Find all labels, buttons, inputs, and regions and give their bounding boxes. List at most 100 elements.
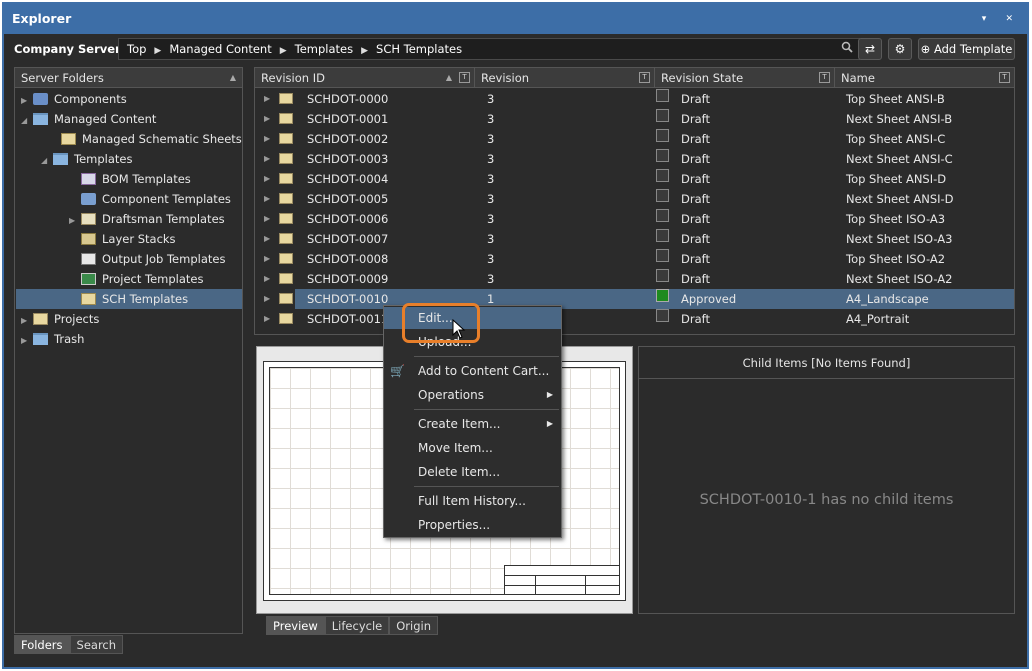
menu-item-full-item-history[interactable]: Full Item History... [384,490,561,512]
table-row[interactable]: ▶ SCHDOT-0003 3 Draft Next Sheet ANSI-C [255,149,1014,169]
filter-icon[interactable]: T [819,72,830,83]
name-cell: Next Sheet ISO-A2 [846,272,953,286]
menu-item-delete-item[interactable]: Delete Item... [384,461,561,483]
search-icon[interactable] [841,39,853,59]
menu-item-create-item[interactable]: Create Item... ▶ [384,413,561,435]
collapse-arrow-icon[interactable]: ◢ [21,111,33,131]
tree-item-project-templates[interactable]: Project Templates [81,269,203,289]
server-dropdown[interactable]: Company Server ▼ [8,38,134,60]
panel-header: Server Folders ▲ [15,68,242,88]
tree-item-sch-templates[interactable]: SCH Templates [16,289,242,309]
table-row[interactable]: ▶ SCHDOT-0001 3 Draft Next Sheet ANSI-B [255,109,1014,129]
breadcrumb[interactable]: Top ▶ Managed Content ▶ Templates ▶ SCH Templa… [118,38,860,60]
column-header-revision-state[interactable]: Revision State T [655,68,835,88]
tree-item-projects[interactable]: ▶ Projects [21,309,99,329]
menu-item-move-item[interactable]: Move Item... [384,437,561,459]
revision-id-cell: SCHDOT-0005 [307,192,389,206]
expand-arrow-icon[interactable]: ▶ [21,331,33,351]
expand-arrow-icon[interactable]: ▶ [264,289,270,309]
menu-label: Delete Item... [418,465,501,479]
breadcrumb-item[interactable]: Top [127,42,146,56]
expand-arrow-icon[interactable]: ▶ [264,189,270,209]
menu-item-operations[interactable]: Operations ▶ [384,384,561,406]
template-file-icon [279,273,293,284]
expand-arrow-icon[interactable]: ▶ [264,89,270,109]
revision-cell: 3 [487,92,495,106]
table-row[interactable]: ▶ SCHDOT-0005 3 Draft Next Sheet ANSI-D [255,189,1014,209]
filter-icon[interactable]: T [459,72,470,83]
tab-search[interactable]: Search [69,635,124,654]
tab-lifecycle[interactable]: Lifecycle [324,616,390,635]
menu-item-add-to-content-cart[interactable]: 🛒 Add to Content Cart... [384,360,561,382]
template-file-icon [279,233,293,244]
name-cell: Top Sheet ANSI-C [846,132,946,146]
breadcrumb-item[interactable]: Templates [295,42,353,56]
collapse-arrow-icon[interactable]: ◢ [41,151,53,171]
table-row[interactable]: ▶ SCHDOT-0008 3 Draft Top Sheet ISO-A2 [255,249,1014,269]
table-row[interactable]: ▶ SCHDOT-0002 3 Draft Top Sheet ANSI-C [255,129,1014,149]
breadcrumb-item[interactable]: SCH Templates [376,42,462,56]
table-row[interactable]: ▶ SCHDOT-0000 3 Draft Top Sheet ANSI-B [255,89,1014,109]
revision-cell: 3 [487,212,495,226]
add-template-button[interactable]: ⊕ Add Template [918,38,1015,60]
state-color-icon [656,289,669,302]
expand-arrow-icon[interactable]: ▶ [264,109,270,129]
revision-state-cell: Draft [681,312,710,326]
expand-arrow-icon[interactable]: ▶ [264,309,270,329]
project-template-icon [81,273,96,285]
column-header-name[interactable]: Name T [835,68,1014,88]
tree-item-templates[interactable]: ◢ Templates [41,149,132,169]
tree-item-layer-stacks[interactable]: Layer Stacks [81,229,176,249]
revision-state-cell: Draft [681,212,710,226]
expand-arrow-icon[interactable]: ▶ [264,169,270,189]
sch-template-icon [81,293,96,305]
expand-arrow-icon[interactable]: ▶ [264,209,270,229]
table-row[interactable]: ▶ SCHDOT-0004 3 Draft Top Sheet ANSI-D [255,169,1014,189]
column-label: Revision State [661,71,744,85]
column-header-revision-id[interactable]: Revision ID ▲ T [255,68,475,88]
expand-arrow-icon[interactable]: ▶ [264,249,270,269]
tab-preview[interactable]: Preview [266,616,325,635]
tree-item-trash[interactable]: ▶ Trash [21,329,84,349]
template-file-icon [279,253,293,264]
expand-arrow-icon[interactable]: ▶ [21,311,33,331]
tree-item-managed-content[interactable]: ◢ Managed Content [21,109,156,129]
column-header-revision[interactable]: Revision T [475,68,655,88]
tab-folders[interactable]: Folders [14,635,70,654]
menu-item-properties[interactable]: Properties... [384,514,561,536]
filter-icon[interactable]: T [999,72,1010,83]
title-buttons[interactable]: ▾ ✕ [982,4,1021,34]
refresh-button[interactable]: ⇄ [858,38,882,60]
table-row[interactable]: ▶ SCHDOT-0009 3 Draft Next Sheet ISO-A2 [255,269,1014,289]
tree-item-components[interactable]: ▶ Components [21,89,127,109]
tree-item-managed-schematic-sheets[interactable]: Managed Schematic Sheets [61,129,242,149]
tree-item-bom-templates[interactable]: BOM Templates [81,169,191,189]
server-folders-panel: Server Folders ▲ ▶ Components ◢ Managed Co… [14,67,243,634]
collapse-icon[interactable]: ▲ [230,68,236,88]
expand-arrow-icon[interactable]: ▶ [264,129,270,149]
expand-arrow-icon[interactable]: ▶ [264,229,270,249]
table-row[interactable]: ▶ SCHDOT-0011 Draft A4_Portrait [255,309,1014,329]
revision-state-cell: Draft [681,272,710,286]
state-color-icon [656,109,669,122]
state-color-icon [656,249,669,262]
table-row[interactable]: ▶ SCHDOT-0006 3 Draft Top Sheet ISO-A3 [255,209,1014,229]
tree-item-output-job-templates[interactable]: Output Job Templates [81,249,225,269]
menu-label: Full Item History... [418,494,526,508]
chevron-right-icon: ▶ [154,46,162,56]
tab-origin[interactable]: Origin [389,616,438,635]
breadcrumb-item[interactable]: Managed Content [169,42,271,56]
expand-arrow-icon[interactable]: ▶ [264,149,270,169]
mouse-cursor-icon [452,318,466,342]
menu-label: Operations [418,388,484,402]
column-label: Name [841,71,875,85]
expand-arrow-icon[interactable]: ▶ [69,211,81,231]
expand-arrow-icon[interactable]: ▶ [21,91,33,111]
tree-item-draftsman-templates[interactable]: ▶ Draftsman Templates [69,209,225,229]
settings-button[interactable]: ⚙ [888,38,912,60]
child-items-panel: Child Items [No Items Found] SCHDOT-0010… [638,346,1015,614]
tree-item-component-templates[interactable]: Component Templates [81,189,231,209]
filter-icon[interactable]: T [639,72,650,83]
table-row[interactable]: ▶ SCHDOT-0007 3 Draft Next Sheet ISO-A3 [255,229,1014,249]
expand-arrow-icon[interactable]: ▶ [264,269,270,289]
